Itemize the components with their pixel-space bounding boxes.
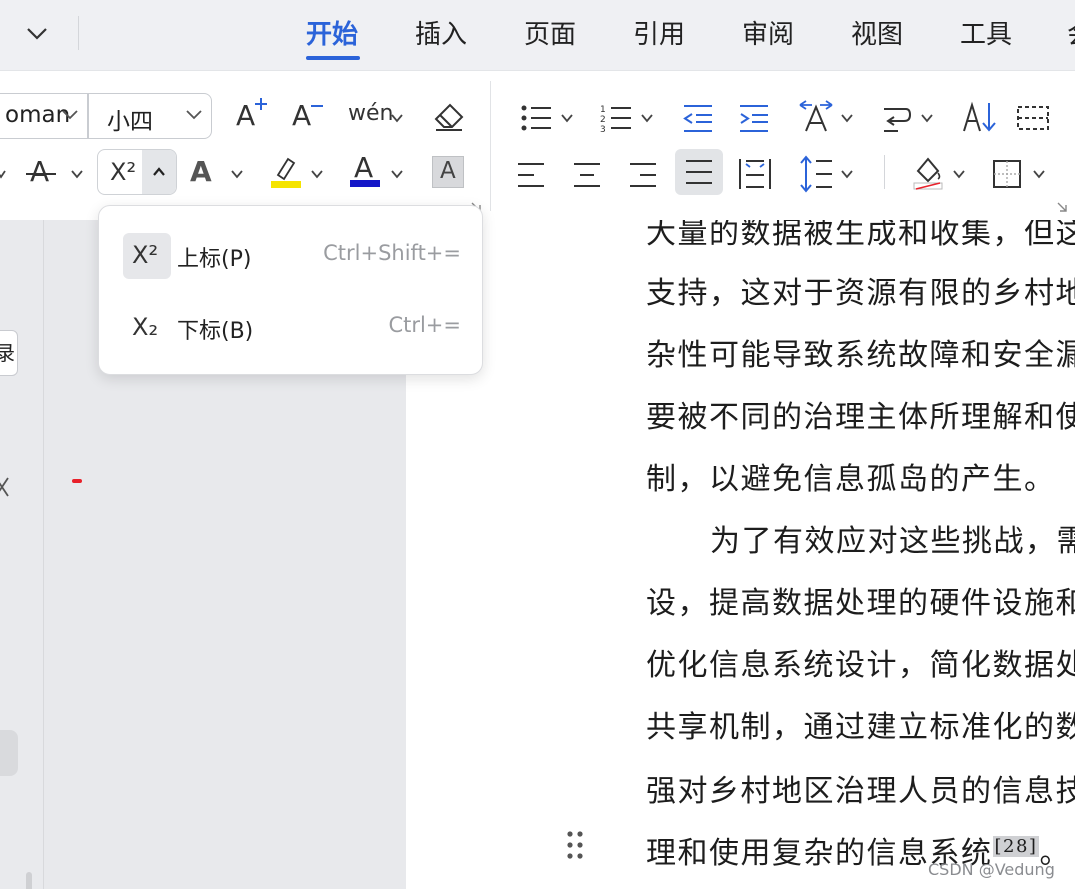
distributed-align-icon[interactable] <box>738 157 772 191</box>
paragraph-shading-icon[interactable] <box>912 155 944 191</box>
align-right-icon[interactable] <box>628 161 658 189</box>
menu-item-label: 下标(B) <box>177 319 254 344</box>
subscript-icon: X₂ <box>132 313 159 341</box>
align-left-icon[interactable] <box>516 161 546 189</box>
paragraph-line: 支持，这对于资源有限的乡村地 <box>646 276 1075 311</box>
sidebar-scrollbar[interactable] <box>26 872 32 889</box>
increase-indent-icon[interactable] <box>738 103 770 133</box>
text-effect-icon[interactable]: A <box>190 155 212 188</box>
superscript-dropdown-menu: X² 上标(P) Ctrl+Shift+= X₂ 下标(B) Ctrl+= <box>98 205 483 375</box>
menu-item-superscript[interactable]: X² 上标(P) Ctrl+Shift+= <box>113 228 469 284</box>
sidebar-tab-toc[interactable]: 录 <box>0 330 18 376</box>
font-size-select[interactable]: 小四 <box>88 93 212 139</box>
divider <box>78 16 79 50</box>
sort-icon[interactable] <box>962 101 998 133</box>
tab-view[interactable]: 视图 <box>851 14 903 51</box>
watermark: CSDN @Vedung <box>928 860 1055 879</box>
character-shading-button[interactable]: A <box>432 156 464 188</box>
chevron-down-icon[interactable] <box>920 113 934 123</box>
menu-item-label: 上标(P) <box>177 247 252 272</box>
paragraph-line: 优化信息系统设计，简化数据处 <box>646 648 1075 683</box>
ribbon-toolbar: oman 小四 A A wén A X² A A A 1 2 3 <box>0 70 1075 220</box>
justify-button[interactable] <box>675 149 723 195</box>
navigation-marker <box>72 479 82 483</box>
chevron-down-icon[interactable] <box>560 113 574 123</box>
line-spacing-icon[interactable] <box>800 155 834 193</box>
strikethrough-icon[interactable]: A <box>26 155 56 188</box>
menu-item-shortcut: Ctrl+= <box>388 313 461 337</box>
paragraph-line: 设，提高数据处理的硬件设施和 <box>646 586 1075 621</box>
drag-handle-icon[interactable] <box>566 830 584 860</box>
clear-formatting-icon[interactable] <box>432 101 466 133</box>
svg-text:2: 2 <box>600 115 606 125</box>
text-direction-icon[interactable] <box>798 99 834 135</box>
chevron-down-icon[interactable] <box>390 113 404 123</box>
chevron-down-icon[interactable] <box>1032 169 1046 179</box>
chevron-down-icon <box>185 108 203 122</box>
document-page[interactable]: 大量的数据被生成和收集，但这 支持，这对于资源有限的乡村地 杂性可能导致系统故障… <box>406 220 1075 889</box>
tab-home[interactable]: 开始 <box>306 14 358 51</box>
superscript-dropdown-toggle[interactable] <box>142 150 176 194</box>
paragraph-line: 大量的数据被生成和收集，但这 <box>646 220 1075 251</box>
tab-review[interactable]: 审阅 <box>742 14 794 51</box>
align-center-icon[interactable] <box>572 161 602 189</box>
chevron-down-icon[interactable] <box>22 18 52 48</box>
paragraph-line: 要被不同的治理主体所理解和使 <box>646 400 1075 435</box>
active-tab-underline <box>306 56 360 60</box>
paragraph-line: 制，以避免信息孤岛的产生。 <box>646 462 1056 497</box>
paragraph-line: 强对乡村地区治理人员的信息技 <box>646 774 1075 809</box>
numbered-list-icon[interactable]: 123 <box>600 103 632 133</box>
menu-item-subscript[interactable]: X₂ 下标(B) Ctrl+= <box>113 300 469 356</box>
tab-page[interactable]: 页面 <box>524 14 576 51</box>
paragraph-line: 为了有效应对这些挑战，需 <box>710 524 1075 559</box>
tab-insert[interactable]: 插入 <box>415 14 467 51</box>
font-size-value: 小四 <box>107 109 153 135</box>
paragraph-line: 杂性可能导致系统故障和安全漏 <box>646 338 1075 373</box>
chevron-down-icon[interactable] <box>230 169 244 179</box>
chevron-down-icon <box>61 108 79 122</box>
superscript-icon: X² <box>123 233 171 279</box>
highlight-icon[interactable] <box>270 155 302 189</box>
decrease-font-size-icon[interactable]: A <box>292 99 323 132</box>
ribbon-tab-bar: 开始 插入 页面 引用 审阅 视图 工具 会 <box>0 0 1075 70</box>
chevron-down-icon[interactable] <box>952 169 966 179</box>
tab-tools[interactable]: 工具 <box>960 14 1012 51</box>
svg-text:3: 3 <box>600 125 606 133</box>
borders-icon[interactable] <box>992 159 1022 189</box>
superscript-icon: X² <box>110 158 137 186</box>
bullet-list-icon[interactable] <box>520 103 552 133</box>
font-color-swatch <box>350 180 380 187</box>
decrease-indent-icon[interactable] <box>682 103 714 133</box>
chevron-down-icon[interactable] <box>390 169 404 179</box>
font-name-select[interactable]: oman <box>0 93 88 139</box>
superscript-button[interactable]: X² <box>97 149 177 195</box>
left-sidebar: 录 <box>0 220 44 889</box>
paragraph-line: 共享机制，通过建立标准化的数 <box>646 710 1075 745</box>
svg-text:1: 1 <box>600 105 606 115</box>
tab-references[interactable]: 引用 <box>633 14 685 51</box>
increase-font-size-icon[interactable]: A <box>236 98 267 132</box>
paragraph-dialog-launcher-icon[interactable] <box>1056 201 1068 213</box>
line-wrap-icon[interactable] <box>882 103 912 133</box>
chevron-down-icon[interactable] <box>310 169 324 179</box>
bold-caret-icon[interactable] <box>0 169 6 179</box>
chevron-down-icon[interactable] <box>640 113 654 123</box>
tab-member[interactable]: 会 <box>1067 14 1075 51</box>
chevron-down-icon[interactable] <box>840 113 854 123</box>
character-shading-icon: A <box>440 158 456 184</box>
menu-item-shortcut: Ctrl+Shift+= <box>323 241 461 265</box>
sidebar-scroll-handle[interactable] <box>0 730 18 776</box>
align-justify-icon <box>684 158 714 186</box>
close-icon[interactable] <box>0 474 10 500</box>
pinyin-guide-icon[interactable]: wén <box>348 101 393 126</box>
chevron-down-icon[interactable] <box>840 169 854 179</box>
divider <box>884 155 885 189</box>
citation-superscript[interactable]: [28] <box>992 836 1040 857</box>
show-hide-marks-icon[interactable] <box>1016 103 1050 133</box>
divider <box>490 81 491 211</box>
chevron-down-icon[interactable] <box>70 169 84 179</box>
